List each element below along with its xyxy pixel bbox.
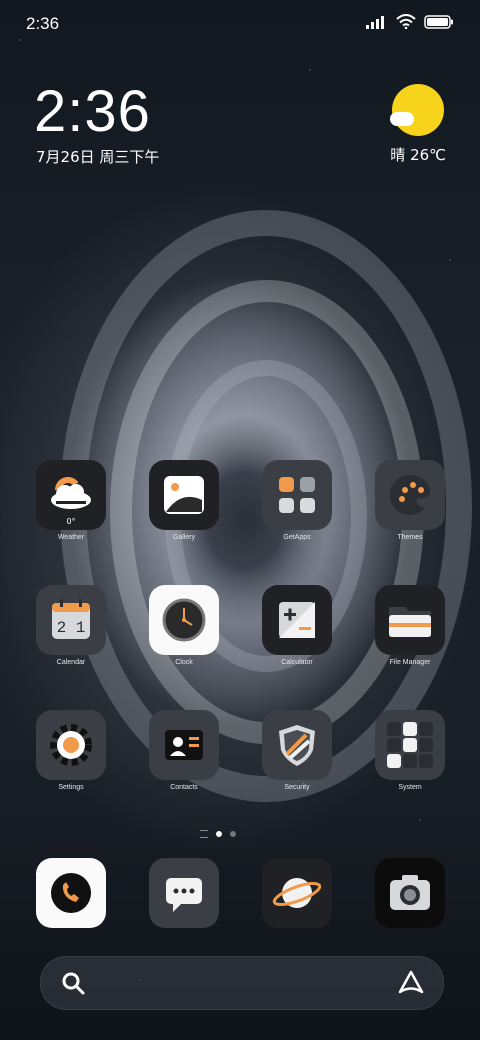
battery-icon <box>424 14 453 29</box>
contacts-icon <box>149 710 219 780</box>
clock-widget-time[interactable]: 2:36 <box>34 78 151 145</box>
app-label: Contacts <box>170 784 198 791</box>
dock-messages[interactable] <box>144 858 224 928</box>
settings-gear-icon <box>36 710 106 780</box>
app-label: Calendar <box>56 659 86 666</box>
app-label: File Manager <box>389 659 431 666</box>
app-themes[interactable]: Themes <box>370 460 450 541</box>
clock-widget-date[interactable]: 7月26日 周三下午 <box>36 146 159 167</box>
cloud-icon <box>390 112 414 126</box>
app-label: GetApps <box>283 534 311 541</box>
app-calculator[interactable]: Calculator <box>257 585 337 666</box>
sun-icon <box>392 84 444 136</box>
app-label: Gallery <box>172 534 196 541</box>
app-label: System <box>398 784 422 791</box>
dock-phone[interactable] <box>31 858 111 928</box>
planet-icon <box>262 858 332 928</box>
gallery-icon <box>149 460 219 530</box>
status-time: 2:36 <box>26 14 60 33</box>
app-weather[interactable]: 0° Weather <box>31 460 111 541</box>
calendar-digits: 2 1 <box>56 619 86 637</box>
weather-app-icon: 0° <box>36 460 106 530</box>
assistant-icon[interactable] <box>397 969 425 997</box>
phone-icon <box>36 858 106 928</box>
app-contacts[interactable]: Contacts <box>144 710 224 791</box>
app-label: Weather <box>57 534 85 541</box>
weather-widget-text: 晴 26℃ <box>390 146 446 164</box>
calculator-icon <box>262 585 332 655</box>
app-label: Calculator <box>281 659 313 666</box>
app-clock[interactable]: Clock <box>144 585 224 666</box>
system-folder-icon <box>375 710 445 780</box>
messages-icon <box>149 858 219 928</box>
app-gallery[interactable]: Gallery <box>144 460 224 541</box>
page-indicator[interactable] <box>200 830 236 838</box>
app-label: Security <box>284 784 310 791</box>
app-file-manager[interactable]: File Manager <box>370 585 450 666</box>
folder-system[interactable]: System <box>370 710 450 791</box>
calendar-icon: 2 1 <box>36 585 106 655</box>
status-bar: 2:36 <box>0 0 480 48</box>
dock-camera[interactable] <box>370 858 450 928</box>
camera-icon <box>375 858 445 928</box>
weather-app-temp: 0° <box>66 517 76 526</box>
signal-icon <box>366 15 384 29</box>
wifi-icon <box>396 14 416 29</box>
shield-icon <box>262 710 332 780</box>
page-dot-active <box>216 831 222 837</box>
app-label: Settings <box>58 784 84 791</box>
page-dot <box>230 831 236 837</box>
app-security[interactable]: Security <box>257 710 337 791</box>
themes-icon <box>375 460 445 530</box>
page-list-icon <box>200 830 208 838</box>
app-label: Clock <box>175 659 193 666</box>
weather-widget[interactable]: 晴 26℃ <box>356 82 446 172</box>
app-getapps[interactable]: GetApps <box>257 460 337 541</box>
app-label: Themes <box>397 534 423 541</box>
app-settings[interactable]: Settings <box>31 710 111 791</box>
dock-browser[interactable] <box>257 858 337 928</box>
clock-icon <box>149 585 219 655</box>
folder-icon <box>375 585 445 655</box>
search-bar[interactable] <box>40 956 444 1010</box>
search-icon <box>62 972 85 995</box>
status-icons <box>366 14 454 29</box>
getapps-icon <box>262 460 332 530</box>
app-calendar[interactable]: 2 1 Calendar <box>31 585 111 666</box>
